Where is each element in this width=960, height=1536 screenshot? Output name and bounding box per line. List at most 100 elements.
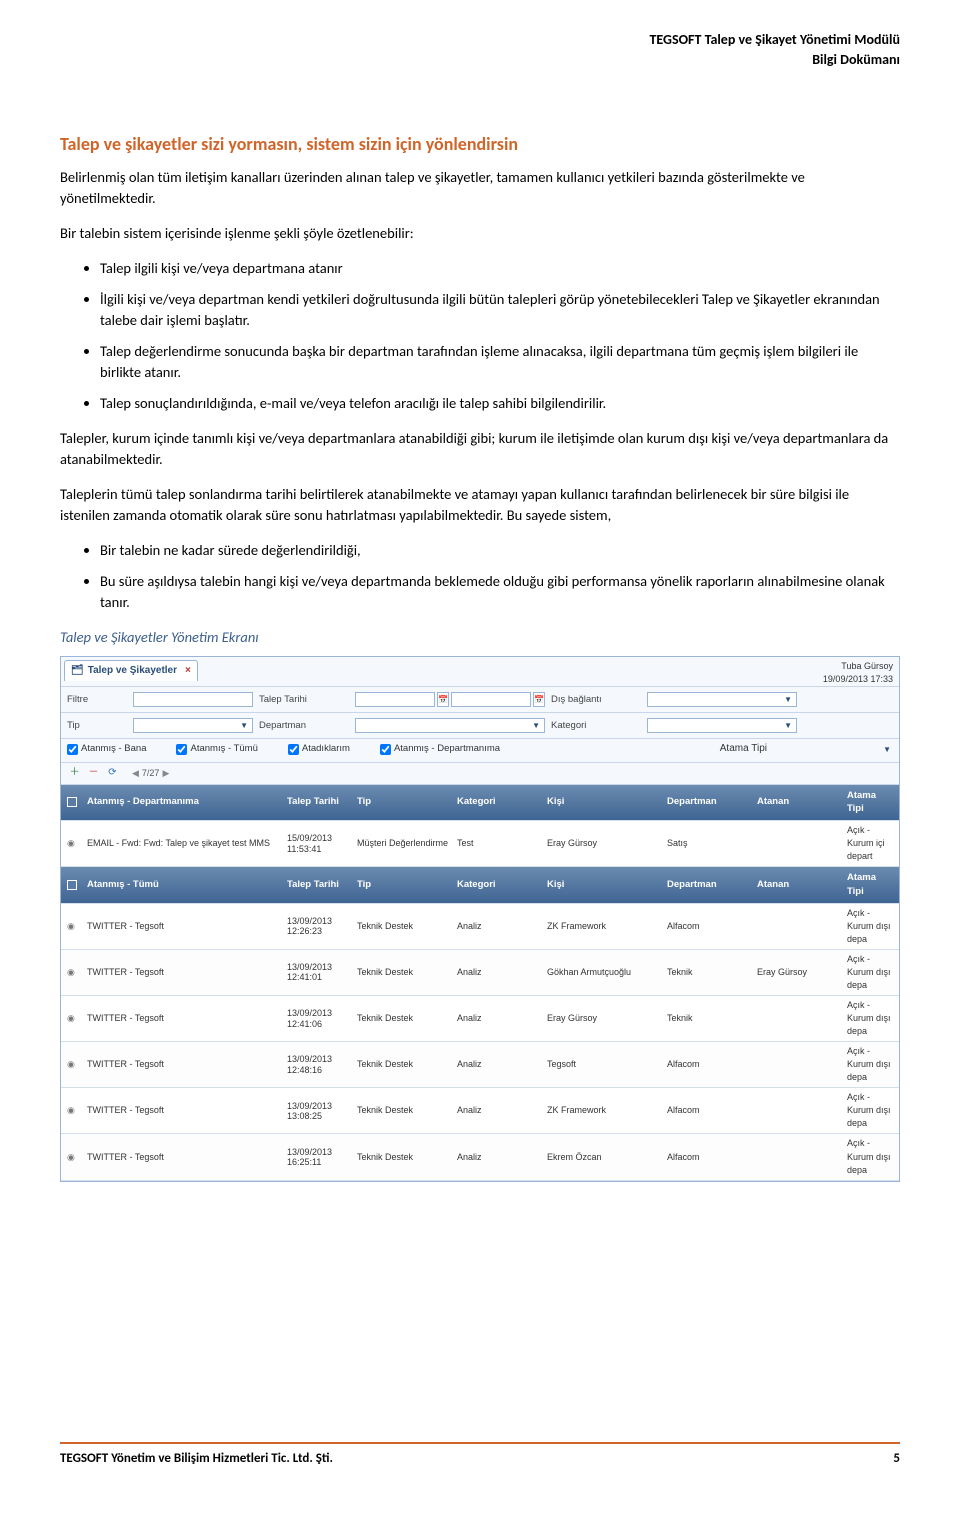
table-row[interactable]: ◉TWITTER - Tegsoft13/09/201312:41:06Tekn…: [61, 996, 899, 1042]
cell-subject: TWITTER - Tegsoft: [87, 966, 287, 979]
atama-tipi-block: Atama Tipi ▼: [720, 742, 893, 757]
date-from-input[interactable]: [355, 692, 435, 707]
cell-date: 13/09/201312:41:01: [287, 962, 357, 983]
label-talep-tarihi: Talep Tarihi: [259, 693, 349, 707]
col-kategori: Kategori: [457, 878, 547, 892]
row-icon: ◉: [67, 1012, 87, 1025]
chk-atanmis-bana[interactable]: Atanmış - Bana: [67, 742, 146, 756]
refresh-button[interactable]: ⟳: [105, 766, 120, 781]
col-talep-tarihi: Talep Tarihi: [287, 878, 357, 892]
table-row[interactable]: ◉TWITTER - Tegsoft13/09/201312:48:16Tekn…: [61, 1042, 899, 1088]
chk-atadiklarim[interactable]: Atadıklarım: [288, 742, 350, 756]
cell-atama-tipi: Açık - Kurum dışı depa: [847, 1045, 893, 1084]
checkbox[interactable]: [67, 744, 78, 755]
atama-tipi-combo[interactable]: ▼: [773, 744, 893, 756]
table-row[interactable]: ◉TWITTER - Tegsoft13/09/201313:08:25Tekn…: [61, 1088, 899, 1134]
cell-date: 13/09/201316:25:11: [287, 1147, 357, 1168]
cell-kategori: Analiz: [457, 920, 547, 933]
table-row[interactable]: ◉EMAIL - Fwd: Fwd: Talep ve şikayet test…: [61, 821, 899, 867]
cell-atama-tipi: Açık - Kurum dışı depa: [847, 953, 893, 992]
cell-kategori: Test: [457, 837, 547, 850]
delete-button[interactable]: －: [86, 766, 101, 781]
filtre-input[interactable]: [133, 692, 253, 707]
pager-next[interactable]: ▶: [162, 767, 169, 780]
pager: ◀ 7/27 ▶: [132, 767, 169, 780]
list-item: Talep sonuçlandırıldığında, e-mail ve/ve…: [100, 393, 900, 414]
col-kisi: Kişi: [547, 878, 667, 892]
paragraph-2: Bir talebin sistem içerisinde işlenme şe…: [60, 223, 900, 244]
date-to-input[interactable]: [451, 692, 531, 707]
col-tip: Tip: [357, 878, 457, 892]
chevron-down-icon: ▼: [784, 720, 794, 732]
table-row[interactable]: ◉TWITTER - Tegsoft13/09/201316:25:11Tekn…: [61, 1134, 899, 1180]
filter-row-1: Filtre Talep Tarihi 📅 📅 Dış bağlantı ▼: [61, 687, 899, 713]
cell-departman: Teknik: [667, 966, 757, 979]
tab-talep-sikayetler[interactable]: 🗂 Talep ve Şikayetler ×: [64, 660, 198, 682]
col-atanan: Atanan: [757, 878, 847, 892]
cell-kategori: Analiz: [457, 966, 547, 979]
table-row[interactable]: ◉TWITTER - Tegsoft13/09/201312:41:01 Tekn…: [61, 950, 899, 996]
cell-kisi: Ekrem Özcan: [547, 1151, 667, 1164]
list-item: Bir talebin ne kadar sürede değerlendiri…: [100, 540, 900, 561]
cell-atanan: Eray Gürsoy: [757, 966, 847, 979]
cell-atama-tipi: Açık - Kurum dışı depa: [847, 907, 893, 946]
collapse-icon[interactable]: [67, 880, 77, 890]
chevron-down-icon: ▼: [883, 744, 893, 756]
cell-kisi: Gökhan Armutçuoğlu: [547, 966, 667, 979]
cell-date: 13/09/201312:26:23: [287, 916, 357, 937]
cell-departman: Alfacom: [667, 1104, 757, 1117]
doc-header: TEGSOFT Talep ve Şikayet Yönetimi Modülü…: [60, 30, 900, 71]
cell-tip: Teknik Destek: [357, 1058, 457, 1071]
kategori-combo[interactable]: ▼: [647, 718, 797, 733]
chevron-down-icon: ▼: [784, 694, 794, 706]
col-atama-tipi: Atama Tipi: [847, 871, 893, 899]
cell-tip: Teknik Destek: [357, 1012, 457, 1025]
cell-subject: TWITTER - Tegsoft: [87, 920, 287, 933]
cell-date: 13/09/201312:48:16: [287, 1054, 357, 1075]
col-atanan: Atanan: [757, 795, 847, 809]
cell-date: 13/09/201312:41:06: [287, 1008, 357, 1029]
chk-atanmis-departmanima[interactable]: Atanmış - Departmanıma: [380, 742, 500, 756]
cell-kategori: Analiz: [457, 1151, 547, 1164]
chevron-down-icon: ▼: [240, 720, 250, 732]
cell-departman: Alfacom: [667, 1151, 757, 1164]
departman-combo[interactable]: ▼: [355, 718, 545, 733]
app-topbar: 🗂 Talep ve Şikayetler × Tuba Gürsoy 19/0…: [61, 657, 899, 687]
checkbox-row: Atanmış - Bana Atanmış - Tümü Atadıkları…: [61, 739, 899, 762]
checkbox[interactable]: [176, 744, 187, 755]
cell-subject: EMAIL - Fwd: Fwd: Talep ve şikayet test …: [87, 837, 287, 850]
cell-kisi: Eray Gürsoy: [547, 837, 667, 850]
cell-kisi: ZK Framework: [547, 1104, 667, 1117]
chk-atanmis-tumu[interactable]: Atanmış - Tümü: [176, 742, 257, 756]
cell-kisi: Tegsoft: [547, 1058, 667, 1071]
label-tip: Tip: [67, 719, 127, 733]
tip-combo[interactable]: ▼: [133, 718, 253, 733]
grid-header-dept: Atanmış - Departmanıma Talep Tarihi Tip …: [61, 785, 899, 822]
calendar-icon[interactable]: 📅: [437, 692, 449, 707]
row-icon: ◉: [67, 966, 87, 979]
list-item: Talep değerlendirme sonucunda başka bir …: [100, 341, 900, 383]
table-row[interactable]: ◉TWITTER - Tegsoft13/09/201312:26:23Tekn…: [61, 904, 899, 950]
cell-tip: Teknik Destek: [357, 1104, 457, 1117]
checkbox[interactable]: [288, 744, 299, 755]
dis-baglanti-combo[interactable]: ▼: [647, 692, 797, 707]
collapse-icon[interactable]: [67, 797, 77, 807]
list-item: İlgili kişi ve/veya departman kendi yetk…: [100, 289, 900, 331]
checkbox[interactable]: [380, 744, 391, 755]
bullet-list-b: Bir talebin ne kadar sürede değerlendiri…: [100, 540, 900, 613]
close-icon[interactable]: ×: [185, 664, 191, 679]
add-button[interactable]: ＋: [67, 766, 82, 781]
user-block: Tuba Gürsoy 19/09/2013 17:33: [823, 660, 893, 686]
row-icon: ◉: [67, 1104, 87, 1117]
cell-atama-tipi: Açık - Kurum dışı depa: [847, 1091, 893, 1130]
app-screenshot: 🗂 Talep ve Şikayetler × Tuba Gürsoy 19/0…: [60, 656, 900, 1182]
footer-page: 5: [893, 1450, 900, 1469]
calendar-icon[interactable]: 📅: [533, 692, 545, 707]
pager-prev[interactable]: ◀: [132, 767, 139, 780]
cell-departman: Alfacom: [667, 1058, 757, 1071]
col-departman: Departman: [667, 878, 757, 892]
cell-subject: TWITTER - Tegsoft: [87, 1058, 287, 1071]
cell-tip: Teknik Destek: [357, 920, 457, 933]
pager-text: 7/27: [142, 767, 160, 780]
tab-icon: 🗂: [71, 664, 84, 679]
